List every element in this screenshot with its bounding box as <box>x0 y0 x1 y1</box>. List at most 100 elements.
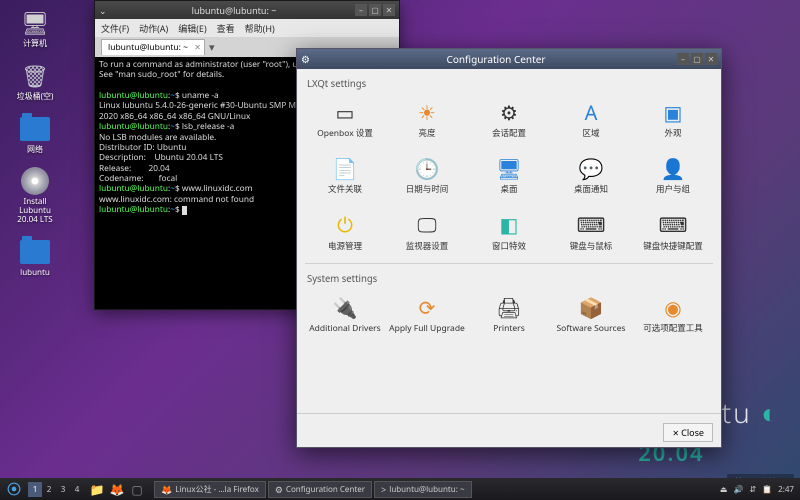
menu-action[interactable]: 动作(A) <box>139 22 168 35</box>
task-label: lubuntu@lubuntu: ~ <box>389 484 464 495</box>
config-center-window[interactable]: ⚙ Configuration Center – ▢ ✕ LXQt settin… <box>296 48 722 448</box>
task-term[interactable]: >lubuntu@lubuntu: ~ <box>374 481 471 498</box>
terminal-tab[interactable]: lubuntu@lubuntu: ~ ✕ <box>101 39 205 55</box>
config-item-label: 键盘快捷键配置 <box>633 242 713 251</box>
close-button[interactable]: ✕ <box>383 4 395 16</box>
appearance-icon: ▣ <box>659 98 687 126</box>
menu-view[interactable]: 查看 <box>217 22 235 35</box>
session-icon: ⚙ <box>495 98 523 126</box>
config-item-session[interactable]: ⚙会话配置 <box>469 92 549 146</box>
config-item-kbmouse[interactable]: ⌨键盘与鼠标 <box>551 205 631 259</box>
quick-launch-terminal[interactable]: ▢ <box>128 480 146 498</box>
config-item-notify[interactable]: 💬桌面通知 <box>551 148 631 202</box>
task-cfg[interactable]: ⚙Configuration Center <box>268 481 372 498</box>
config-item-openbox[interactable]: ▭Openbox 设置 <box>305 92 385 146</box>
monitor-icon: 🖵 <box>413 211 441 239</box>
fileassoc-icon: 📄 <box>331 154 359 182</box>
config-item-swsources[interactable]: 📦Software Sources <box>551 287 631 341</box>
desktop-icons: 🖥 计算机 🗑 垃圾桶(空) 网络 Install Lubuntu 20.04 … <box>10 8 60 278</box>
config-app-icon: ⚙ <box>301 52 315 66</box>
tray-clipboard-icon[interactable]: 📋 <box>762 484 772 495</box>
menu-edit[interactable]: 编辑(E) <box>178 22 206 35</box>
desktop-icon-install[interactable]: Install Lubuntu 20.04 LTS <box>10 166 60 224</box>
config-item-printers[interactable]: 🖨 Printers <box>469 287 549 341</box>
config-item-desktop[interactable]: 🖥桌面 <box>469 148 549 202</box>
config-item-brightness[interactable]: ☀亮度 <box>387 92 467 146</box>
terminal-app-icon: ⌄ <box>99 4 113 17</box>
desktop-icon-label: 计算机 <box>10 40 60 49</box>
config-titlebar[interactable]: ⚙ Configuration Center – ▢ ✕ <box>297 49 721 69</box>
upgrade-icon: ⟳ <box>413 293 441 321</box>
config-item-datetime[interactable]: 🕒日期与时间 <box>387 148 467 202</box>
computer-icon: 🖥 <box>18 8 52 38</box>
new-tab-button[interactable]: ▾ <box>209 40 215 55</box>
terminal-icon: ▢ <box>131 481 142 498</box>
task-icon: > <box>381 483 386 496</box>
config-item-alternatives[interactable]: ◉可选项配置工具 <box>633 287 713 341</box>
tab-close-icon[interactable]: ✕ <box>194 42 201 53</box>
config-item-label: 窗口特效 <box>469 242 549 251</box>
config-item-label: Printers <box>469 324 549 333</box>
config-footer: Close <box>297 413 721 447</box>
virtual-desktops: 1234 <box>28 482 84 497</box>
virtual-desktop-2[interactable]: 2 <box>42 482 56 497</box>
task-label: Linux公社 - …la Firefox <box>175 484 259 495</box>
quick-launch-files[interactable]: 📁 <box>88 480 106 498</box>
system-grid: 🔌Additional Drivers ⟳ Apply Full Upgrade 🖨 P… <box>305 287 713 341</box>
desktop-icon-network[interactable]: 网络 <box>10 114 60 155</box>
minimize-button[interactable]: – <box>677 53 689 65</box>
network-folder-icon <box>18 114 52 144</box>
section-label-system: System settings <box>305 268 713 287</box>
desktop-icon-trash[interactable]: 🗑 垃圾桶(空) <box>10 61 60 102</box>
printers-icon: 🖨 <box>495 293 523 321</box>
config-item-label: Software Sources <box>551 324 631 333</box>
tray-clock[interactable]: 2:47 <box>778 484 794 495</box>
config-item-label: 用户与组 <box>633 185 713 194</box>
desktop-icon-computer[interactable]: 🖥 计算机 <box>10 8 60 49</box>
tray-volume-icon[interactable]: 🔊 <box>733 484 743 495</box>
task-firefox[interactable]: 🦊Linux公社 - …la Firefox <box>154 481 266 498</box>
config-item-locale[interactable]: A区域 <box>551 92 631 146</box>
config-item-shortcuts[interactable]: ⌨ 键盘快捷键配置 <box>633 205 713 259</box>
desktop-icon-label: 网络 <box>10 146 60 155</box>
desktop-icon-home[interactable]: lubuntu <box>10 237 60 278</box>
config-item-appearance[interactable]: ▣外观 <box>633 92 713 146</box>
virtual-desktop-3[interactable]: 3 <box>56 482 70 497</box>
shortcuts-icon: ⌨ <box>659 211 687 239</box>
close-button[interactable]: Close <box>663 423 713 442</box>
menu-file[interactable]: 文件(F) <box>101 22 129 35</box>
config-item-label: Openbox 设置 <box>305 129 385 138</box>
kbmouse-icon: ⌨ <box>577 211 605 239</box>
minimize-button[interactable]: – <box>355 4 367 16</box>
config-item-fileassoc[interactable]: 📄文件关联 <box>305 148 385 202</box>
config-item-label: 电源管理 <box>305 242 385 251</box>
config-item-label: 可选项配置工具 <box>633 324 713 333</box>
config-title: Configuration Center <box>315 52 677 66</box>
tray-removable-icon[interactable]: ⏏ <box>720 484 728 495</box>
config-item-label: 亮度 <box>387 129 467 138</box>
virtual-desktop-1[interactable]: 1 <box>28 482 42 497</box>
config-item-power[interactable]: ⏻电源管理 <box>305 205 385 259</box>
terminal-title: lubuntu@lubuntu: ~ <box>113 4 355 17</box>
terminal-titlebar[interactable]: ⌄ lubuntu@lubuntu: ~ – ▢ ✕ <box>95 1 399 19</box>
config-item-users[interactable]: 👤用户与组 <box>633 148 713 202</box>
config-item-monitor[interactable]: 🖵监视器设置 <box>387 205 467 259</box>
quick-launch-firefox[interactable]: 🦊 <box>108 480 126 498</box>
config-item-upgrade[interactable]: ⟳ Apply Full Upgrade <box>387 287 467 341</box>
tray-network-icon[interactable]: ⇵ <box>749 484 756 495</box>
config-item-drivers[interactable]: 🔌Additional Drivers <box>305 287 385 341</box>
virtual-desktop-4[interactable]: 4 <box>70 482 84 497</box>
task-label: Configuration Center <box>286 484 365 495</box>
config-body: LXQt settings ▭Openbox 设置☀亮度⚙会话配置A区域▣外观📄… <box>297 69 721 413</box>
config-item-label: Additional Drivers <box>305 324 385 333</box>
config-item-label: Apply Full Upgrade <box>387 324 467 333</box>
maximize-button[interactable]: ▢ <box>369 4 381 16</box>
menu-help[interactable]: 帮助(H) <box>245 22 275 35</box>
terminal-tab-label: lubuntu@lubuntu: ~ <box>108 42 188 53</box>
close-button[interactable]: ✕ <box>705 53 717 65</box>
maximize-button[interactable]: ▢ <box>691 53 703 65</box>
config-item-label: 日期与时间 <box>387 185 467 194</box>
start-menu-button[interactable] <box>0 478 28 500</box>
config-item-wineffects[interactable]: ◧窗口特效 <box>469 205 549 259</box>
lubuntu-logo-icon: ◐ <box>761 394 780 432</box>
